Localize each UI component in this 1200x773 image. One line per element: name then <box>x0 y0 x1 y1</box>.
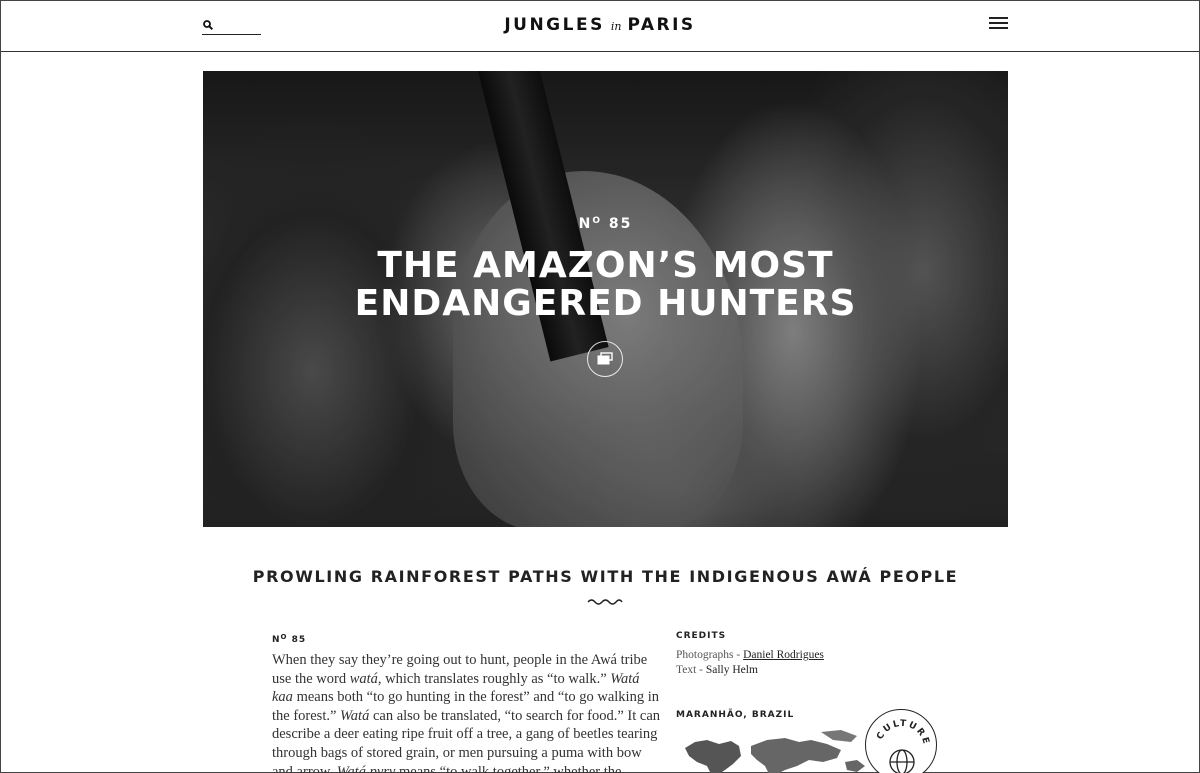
globe-icon <box>889 749 915 773</box>
article-subtitle: PROWLING RAINFOREST PATHS WITH THE INDIG… <box>252 567 959 586</box>
culture-badge-text: CULTURE <box>875 719 931 747</box>
gallery-icon[interactable] <box>597 352 613 366</box>
logo-word-jungles: JUNGLES <box>504 15 605 35</box>
hero-image: NO 85 THE AMAZON’S MOST ENDANGERED HUNTE… <box>203 71 1008 527</box>
credit-text: Text - Sally Helm <box>676 664 758 676</box>
logo-word-in: in <box>610 20 622 33</box>
hero-issue-number: NO 85 <box>578 216 633 232</box>
article-paragraph: When they say they’re going out to hunt,… <box>272 652 661 773</box>
site-logo[interactable]: JUNGLES in PARIS <box>1 15 1199 35</box>
world-map-icon[interactable] <box>681 726 871 773</box>
location-heading: MARANHÃO, BRAZIL <box>676 710 795 720</box>
photographer-link[interactable]: Daniel Rodrigues <box>743 649 824 661</box>
hero-title: THE AMAZON’S MOST ENDANGERED HUNTERS <box>354 245 857 324</box>
culture-badge[interactable]: CULTURE <box>865 709 937 773</box>
article-issue-number: NO 85 <box>272 633 307 645</box>
credits-heading: CREDITS <box>676 631 727 641</box>
hamburger-menu-icon[interactable] <box>989 17 1008 31</box>
gallery-button[interactable] <box>587 341 623 377</box>
site-header: JUNGLES in PARIS <box>1 1 1199 52</box>
article-body: When they say they’re going out to hunt,… <box>272 651 664 773</box>
logo-word-paris: PARIS <box>627 15 696 35</box>
squiggle-divider-icon <box>587 599 623 605</box>
credit-photographs: Photographs - Daniel Rodrigues <box>676 649 824 661</box>
